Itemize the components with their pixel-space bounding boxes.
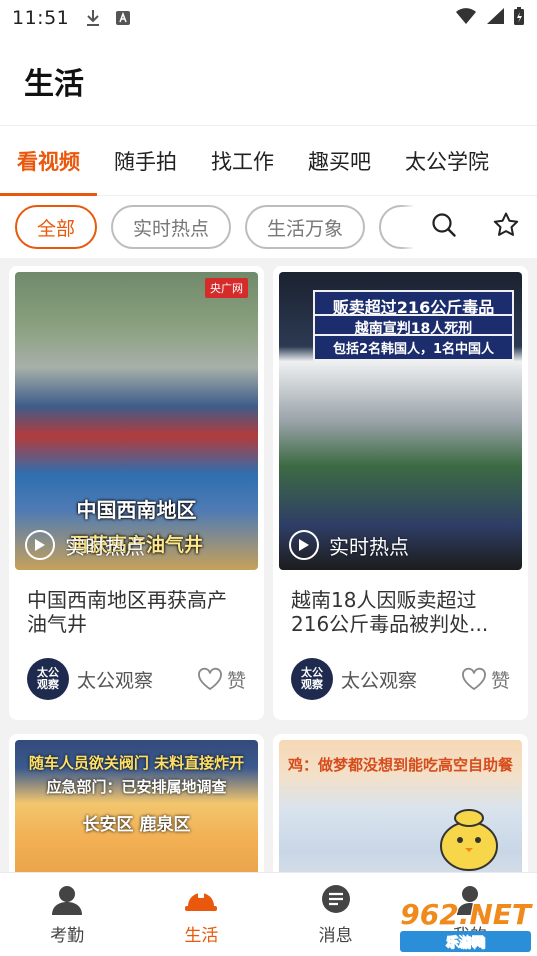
filter-tools — [413, 196, 537, 258]
heart-icon — [462, 667, 486, 691]
video-tag-label: 实时热点 — [329, 534, 409, 559]
play-icon — [25, 530, 55, 560]
page-title: 生活 — [24, 66, 84, 102]
author-name[interactable]: 太公观察 — [341, 666, 461, 693]
status-bar: 11:51 — [0, 0, 537, 36]
wifi-icon — [455, 7, 477, 30]
tab-academy[interactable]: 太公学院 — [388, 126, 506, 196]
card-meta: 太公 观察 太公观察 赞 — [279, 644, 522, 720]
video-card[interactable]: 央广网 中国西南地区 再获高产油气井 实时热点 中国西南地区再获高产油气井 太公… — [9, 266, 264, 720]
tab-watch-video[interactable]: 看视频 — [0, 126, 97, 196]
thumbnail-caption: 长安区 鹿泉区 — [82, 815, 191, 835]
video-feed: 央广网 中国西南地区 再获高产油气井 实时热点 中国西南地区再获高产油气井 太公… — [0, 258, 537, 872]
heart-icon — [198, 667, 222, 691]
video-thumbnail[interactable]: 随车人员欲关阀门 未料直接炸开 应急部门：已安排属地调查 长安区 鹿泉区 — [15, 740, 258, 872]
video-thumbnail[interactable]: 贩卖超过216公斤毒品 越南宣判18人死刑 包括2名韩国人，1名中国人 实时热点 — [279, 272, 522, 570]
page-header: 生活 — [0, 36, 537, 126]
helmet-icon — [183, 883, 219, 917]
nav-label: 生活 — [184, 926, 219, 946]
nav-label: 消息 — [318, 926, 353, 946]
avatar[interactable]: 太公 观察 — [27, 658, 69, 700]
filter-chip-all[interactable]: 全部 — [15, 205, 98, 249]
category-tabs: 看视频 随手拍 找工作 趣买吧 太公学院 — [0, 126, 537, 196]
nav-label: 考勤 — [50, 926, 85, 946]
bottom-nav: 考勤 生活 消息 我的 962.NET 乐游网 — [0, 872, 537, 956]
nav-life[interactable]: 生活 — [134, 873, 268, 956]
like-label: 赞 — [490, 669, 510, 692]
filter-bar: 全部 实时热点 生活万象 — [0, 196, 537, 258]
video-tag-label: 实时热点 — [65, 534, 145, 559]
like-button[interactable]: 赞 — [461, 666, 510, 693]
video-card[interactable]: 随车人员欲关阀门 未料直接炸开 应急部门：已安排属地调查 长安区 鹿泉区 — [9, 734, 264, 872]
video-title[interactable]: 越南18人因贩卖超过216公斤毒品被判处... — [279, 570, 522, 644]
card-meta: 太公 观察 太公观察 赞 — [15, 644, 258, 720]
watermark-logo: 962.NET 乐游网 — [400, 898, 531, 952]
video-thumbnail[interactable]: 鸡：做梦都没想到能吃高空自助餐 — [279, 740, 522, 872]
thumbnail-caption: 随车人员欲关阀门 未料直接炸开 — [28, 754, 245, 772]
thumbnail-caption: 应急部门：已安排属地调查 — [46, 778, 227, 796]
video-title[interactable]: 中国西南地区再获高产油气井 — [15, 570, 258, 644]
filter-chip-hot[interactable]: 实时热点 — [111, 205, 232, 249]
app-notification-icon — [113, 8, 133, 28]
thumbnail-caption: 中国西南地区 — [76, 498, 197, 522]
download-icon — [83, 8, 103, 28]
avatar[interactable]: 太公 观察 — [291, 658, 333, 700]
thumbnail-banner: 包括2名韩国人，1名中国人 — [313, 334, 514, 361]
author-name[interactable]: 太公观察 — [77, 666, 197, 693]
person-icon — [49, 883, 85, 917]
nav-messages[interactable]: 消息 — [269, 873, 403, 956]
video-card[interactable]: 贩卖超过216公斤毒品 越南宣判18人死刑 包括2名韩国人，1名中国人 实时热点… — [273, 266, 528, 720]
tab-snapshot[interactable]: 随手拍 — [97, 126, 194, 196]
play-icon — [289, 530, 319, 560]
status-time: 11:51 — [12, 7, 70, 29]
tab-shopping[interactable]: 趣买吧 — [291, 126, 388, 196]
star-icon[interactable] — [492, 211, 520, 243]
filter-chip-life[interactable]: 生活万象 — [245, 205, 366, 249]
source-badge: 央广网 — [205, 278, 248, 298]
video-tag: 实时热点 — [25, 530, 145, 560]
like-button[interactable]: 赞 — [197, 666, 246, 693]
signal-icon — [485, 7, 505, 30]
search-icon[interactable] — [431, 212, 457, 242]
video-card[interactable]: 鸡：做梦都没想到能吃高空自助餐 — [273, 734, 528, 872]
video-tag: 实时热点 — [289, 530, 409, 560]
like-label: 赞 — [226, 669, 246, 692]
watermark-brand: 962.NET — [400, 898, 531, 931]
watermark-sub: 乐游网 — [400, 931, 531, 952]
video-thumbnail[interactable]: 央广网 中国西南地区 再获高产油气井 实时热点 — [15, 272, 258, 570]
nav-attendance[interactable]: 考勤 — [0, 873, 134, 956]
battery-icon — [513, 6, 525, 31]
cartoon-chick-icon — [440, 809, 498, 871]
thumbnail-caption: 鸡：做梦都没想到能吃高空自助餐 — [287, 756, 513, 774]
tab-find-job[interactable]: 找工作 — [194, 126, 291, 196]
message-icon — [318, 883, 354, 917]
